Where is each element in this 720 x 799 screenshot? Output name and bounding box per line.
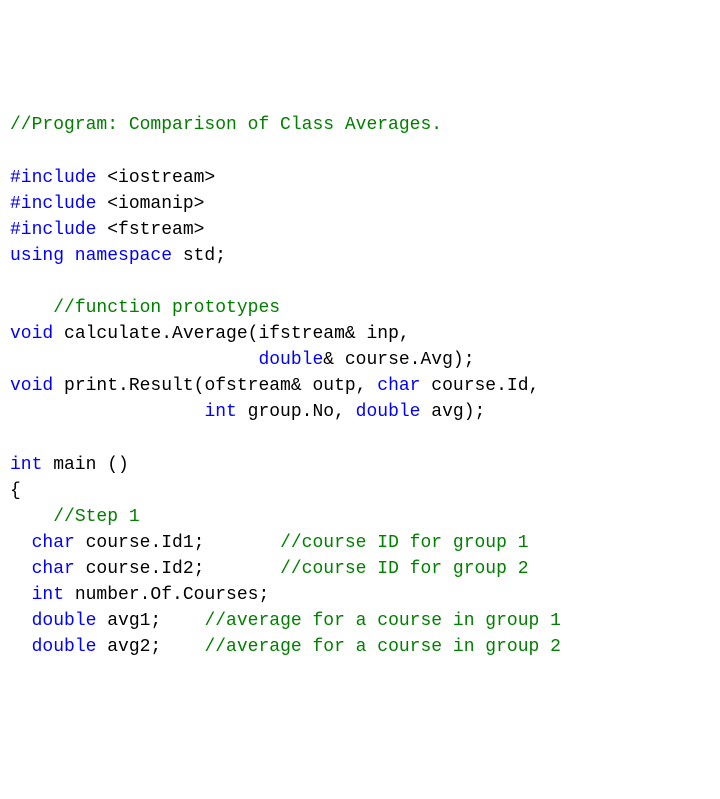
code-line: void calculate.Average(ifstream& inp, (10, 321, 710, 347)
keyword-token: void (10, 376, 53, 396)
code-line: { (10, 478, 710, 504)
keyword-token: int (10, 455, 42, 475)
text-token: group.No, (237, 402, 356, 422)
code-line: #include <iostream> (10, 165, 710, 191)
keyword-token: int (32, 585, 64, 605)
text-token: <iomanip> (107, 194, 204, 214)
code-line (10, 426, 710, 452)
text-token (10, 507, 53, 527)
keyword-token: double (258, 350, 323, 370)
code-line: int group.No, double avg); (10, 399, 710, 425)
text-token (10, 559, 32, 579)
code-line: #include <fstream> (10, 217, 710, 243)
code-line: int number.Of.Courses; (10, 582, 710, 608)
keyword-token: int (204, 402, 236, 422)
text-token: avg); (420, 402, 485, 422)
code-line: //function prototypes (10, 295, 710, 321)
keyword-token: double (32, 611, 97, 631)
text-token (10, 533, 32, 553)
text-token: <iostream> (107, 168, 215, 188)
code-line (10, 138, 710, 164)
text-token: avg2; (96, 637, 204, 657)
text-token: course.Id1; (75, 533, 280, 553)
keyword-token: char (377, 376, 420, 396)
code-line: int main () (10, 452, 710, 478)
keyword-token: #include (10, 220, 107, 240)
keyword-token: double (32, 637, 97, 657)
text-token (10, 611, 32, 631)
comment-token: //function prototypes (53, 298, 280, 318)
text-token: number.Of.Courses; (64, 585, 269, 605)
code-line: double avg1; //average for a course in g… (10, 608, 710, 634)
code-line: #include <iomanip> (10, 191, 710, 217)
comment-token: //average for a course in group 2 (204, 637, 560, 657)
text-token: { (10, 481, 21, 501)
keyword-token: #include (10, 194, 107, 214)
text-token (10, 350, 258, 370)
comment-token: //Step 1 (53, 507, 139, 527)
text-token: course.Id2; (75, 559, 280, 579)
text-token: calculate.Average(ifstream& inp, (53, 324, 409, 344)
code-line: double& course.Avg); (10, 347, 710, 373)
text-token: <fstream> (107, 220, 204, 240)
code-line: char course.Id1; //course ID for group 1 (10, 530, 710, 556)
text-token: std; (172, 246, 226, 266)
keyword-token: char (32, 533, 75, 553)
code-line: //Step 1 (10, 504, 710, 530)
text-token: main () (42, 455, 128, 475)
code-line: using namespace std; (10, 243, 710, 269)
text-token: & course.Avg); (323, 350, 474, 370)
comment-token: //Program: Comparison of Class Averages. (10, 115, 442, 135)
text-token: print.Result(ofstream& outp, (53, 376, 377, 396)
keyword-token: double (356, 402, 421, 422)
comment-token: //average for a course in group 1 (204, 611, 560, 631)
code-line (10, 269, 710, 295)
text-token: course.Id, (421, 376, 540, 396)
keyword-token: using namespace (10, 246, 172, 266)
code-block: //Program: Comparison of Class Averages.… (10, 112, 710, 660)
code-line: double avg2; //average for a course in g… (10, 634, 710, 660)
code-line: char course.Id2; //course ID for group 2 (10, 556, 710, 582)
text-token (10, 298, 53, 318)
comment-token: //course ID for group 1 (280, 533, 528, 553)
code-line: void print.Result(ofstream& outp, char c… (10, 373, 710, 399)
text-token: avg1; (96, 611, 204, 631)
text-token (10, 637, 32, 657)
text-token (10, 585, 32, 605)
keyword-token: #include (10, 168, 107, 188)
text-token (10, 402, 204, 422)
keyword-token: char (32, 559, 75, 579)
comment-token: //course ID for group 2 (280, 559, 528, 579)
keyword-token: void (10, 324, 53, 344)
code-line: //Program: Comparison of Class Averages. (10, 112, 710, 138)
